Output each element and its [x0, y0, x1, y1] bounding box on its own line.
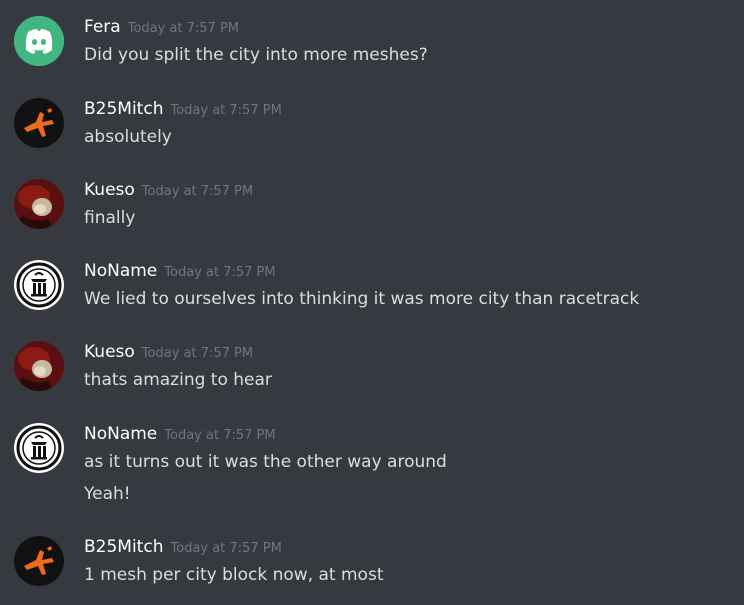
message-header: B25Mitch Today at 7:57 PM [84, 98, 282, 122]
chat-message-list: Fera Today at 7:57 PM Did you split the c… [0, 0, 744, 605]
username[interactable]: Kueso [84, 342, 135, 362]
timestamp: Today at 7:57 PM [141, 184, 254, 199]
message-text: finally [84, 208, 136, 228]
message-header: Kueso Today at 7:57 PM [84, 179, 253, 203]
timestamp: Today at 7:57 PM [170, 541, 282, 556]
plane-avatar[interactable] [14, 536, 64, 586]
username[interactable]: NoName [84, 261, 157, 281]
timestamp: Today at 7:57 PM [164, 428, 276, 443]
photo-avatar[interactable] [14, 179, 64, 229]
message-text: 1 mesh per city block now, at most [84, 565, 384, 585]
username[interactable]: B25Mitch [84, 99, 163, 119]
message-header: Kueso Today at 7:57 PM [84, 341, 253, 365]
message-text: as it turns out it was the other way aro… [84, 452, 447, 472]
message-text: We lied to ourselves into thinking it wa… [84, 289, 640, 309]
timestamp: Today at 7:57 PM [164, 265, 276, 280]
username[interactable]: B25Mitch [84, 537, 163, 557]
message-text: Yeah! [84, 484, 131, 504]
discord-logo-icon[interactable] [14, 16, 64, 66]
username[interactable]: NoName [84, 424, 157, 444]
seal-avatar[interactable] [14, 423, 64, 473]
username[interactable]: Fera [84, 17, 121, 37]
message-header: NoName Today at 7:57 PM [84, 260, 276, 284]
message-header: B25Mitch Today at 7:57 PM [84, 536, 282, 560]
message-header: Fera Today at 7:57 PM [84, 16, 239, 40]
timestamp: Today at 7:57 PM [170, 103, 282, 118]
message-text: Did you split the city into more meshes? [84, 45, 428, 65]
timestamp: Today at 7:57 PM [127, 21, 240, 36]
message-text: absolutely [84, 127, 172, 147]
message-text: thats amazing to hear [84, 370, 272, 390]
photo-avatar[interactable] [14, 341, 64, 391]
message-header: NoName Today at 7:57 PM [84, 423, 276, 447]
username[interactable]: Kueso [84, 180, 135, 200]
seal-avatar[interactable] [14, 260, 64, 310]
timestamp: Today at 7:57 PM [141, 346, 254, 361]
plane-avatar[interactable] [14, 98, 64, 148]
